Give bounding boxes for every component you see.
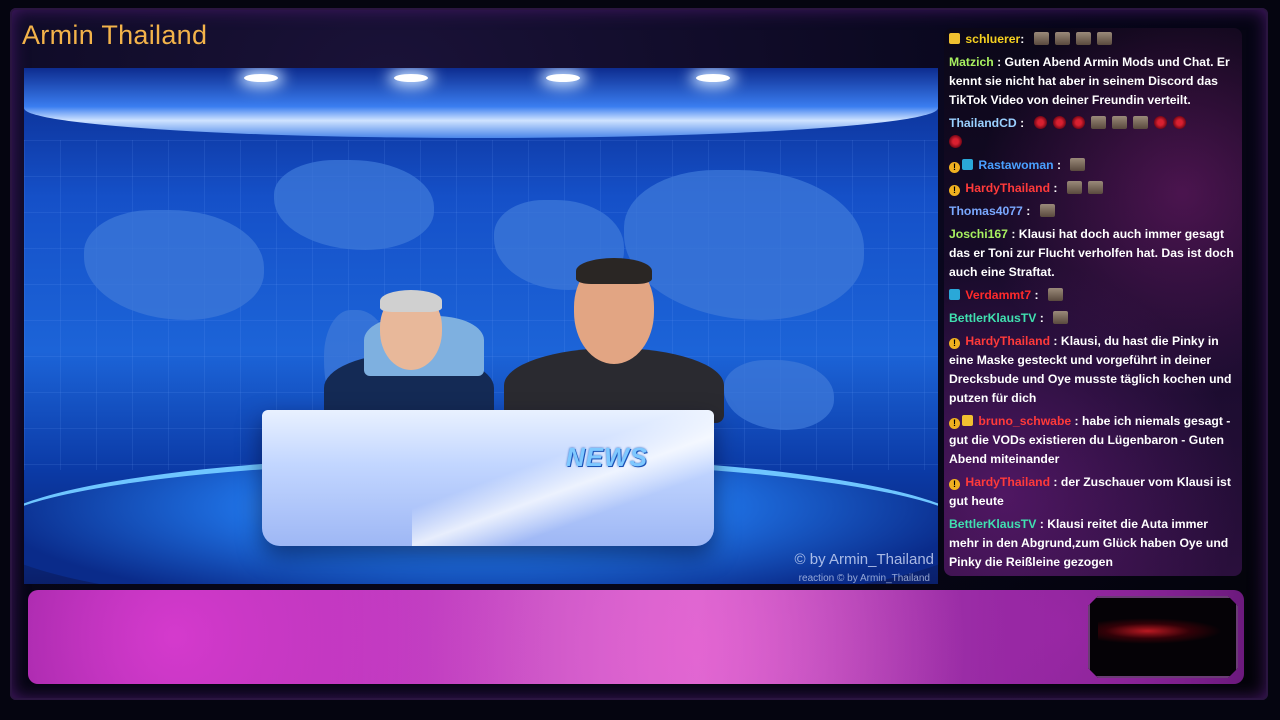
chat-message: ThailandCD : <box>949 114 1239 152</box>
webcam-overlay <box>1088 596 1238 678</box>
subscriber-badge-icon <box>949 289 960 300</box>
chat-username[interactable]: Rastawoman <box>978 158 1053 172</box>
emote-icon <box>1033 116 1047 129</box>
emote-icon <box>1096 32 1112 45</box>
chat-username[interactable]: ThailandCD <box>949 116 1017 130</box>
chat-username[interactable]: BettlerKlausTV <box>949 311 1036 325</box>
warning-badge-icon: ! <box>949 418 960 429</box>
chat-message: Matzich : Guten Abend Armin Mods und Cha… <box>949 55 1230 107</box>
chat-message: schluerer: <box>949 30 1239 49</box>
bottom-banner <box>28 590 1244 684</box>
news-desk: NEWS <box>262 410 714 546</box>
chat-message: ! HardyThailand : der Zuschauer vom Klau… <box>949 475 1231 508</box>
desk-swoosh <box>412 410 714 546</box>
video-player[interactable]: NEWS © by Armin_Thailand reaction © by A… <box>24 68 938 584</box>
emote-icon <box>1047 288 1063 301</box>
chat-username[interactable]: Joschi167 <box>949 227 1008 241</box>
emote-icon <box>1052 116 1066 129</box>
video-watermark: © by Armin_Thailand <box>794 551 934 568</box>
emote-icon <box>1054 32 1070 45</box>
warning-badge-icon: ! <box>949 479 960 490</box>
emote-icon <box>1087 181 1103 194</box>
webcam-red-light <box>1098 618 1222 644</box>
chat-username[interactable]: Verdammt7 <box>965 288 1031 302</box>
emote-icon <box>1111 116 1127 129</box>
emote-icon <box>1053 311 1069 324</box>
chat-username[interactable]: BettlerKlausTV <box>949 517 1036 531</box>
chat-message: Joschi167 : Klausi hat doch auch immer g… <box>949 227 1234 279</box>
warning-badge-icon: ! <box>949 162 960 173</box>
chat-message: ! bruno_schwabe : habe ich niemals gesag… <box>949 414 1231 466</box>
emote-icon <box>1075 32 1091 45</box>
emote-icon <box>1090 116 1106 129</box>
chat-message: BettlerKlausTV : Klausi reitet die Auta … <box>949 517 1229 569</box>
channel-title: Armin Thailand <box>22 20 208 50</box>
chat-message-list: schluerer: Matzich : Guten Abend Armin M… <box>949 30 1239 576</box>
subscriber-badge-icon <box>962 159 973 170</box>
crown-badge-icon <box>962 415 973 426</box>
emote-icon <box>1153 116 1167 129</box>
chat-username[interactable]: HardyThailand <box>965 334 1050 348</box>
emote-icon <box>1066 181 1082 194</box>
news-desk-logo: NEWS <box>566 442 648 472</box>
warning-badge-icon: ! <box>949 338 960 349</box>
chat-username[interactable]: HardyThailand <box>965 475 1050 489</box>
emote-icon <box>1033 32 1049 45</box>
chat-message: Thomas4077 : <box>949 202 1239 221</box>
emote-icon <box>1132 116 1148 129</box>
warning-badge-icon: ! <box>949 185 960 196</box>
emote-icon <box>949 135 962 148</box>
crown-badge-icon <box>949 33 960 44</box>
chat-message: Verdammt7 : <box>949 286 1239 305</box>
emote-icon <box>1071 116 1085 129</box>
chat-message: ! HardyThailand : Klausi, du hast die Pi… <box>949 334 1232 405</box>
emote-icon <box>1172 116 1186 129</box>
emote-icon <box>1070 158 1086 171</box>
chat-username[interactable]: schluerer <box>965 32 1020 46</box>
chat-message: ! Rastawoman : <box>949 156 1239 175</box>
studio-ceiling <box>24 68 938 138</box>
chat-message: ! HardyThailand : <box>949 179 1239 198</box>
chat-username[interactable]: bruno_schwabe <box>978 414 1071 428</box>
chat-panel[interactable]: schluerer: Matzich : Guten Abend Armin M… <box>944 28 1242 576</box>
emote-icon <box>1039 204 1055 217</box>
video-watermark-small: reaction © by Armin_Thailand <box>798 573 930 584</box>
chat-username[interactable]: HardyThailand <box>965 181 1050 195</box>
chat-message: BettlerKlausTV : <box>949 309 1239 328</box>
chat-username[interactable]: Matzich <box>949 55 994 69</box>
chat-username[interactable]: Thomas4077 <box>949 204 1023 218</box>
